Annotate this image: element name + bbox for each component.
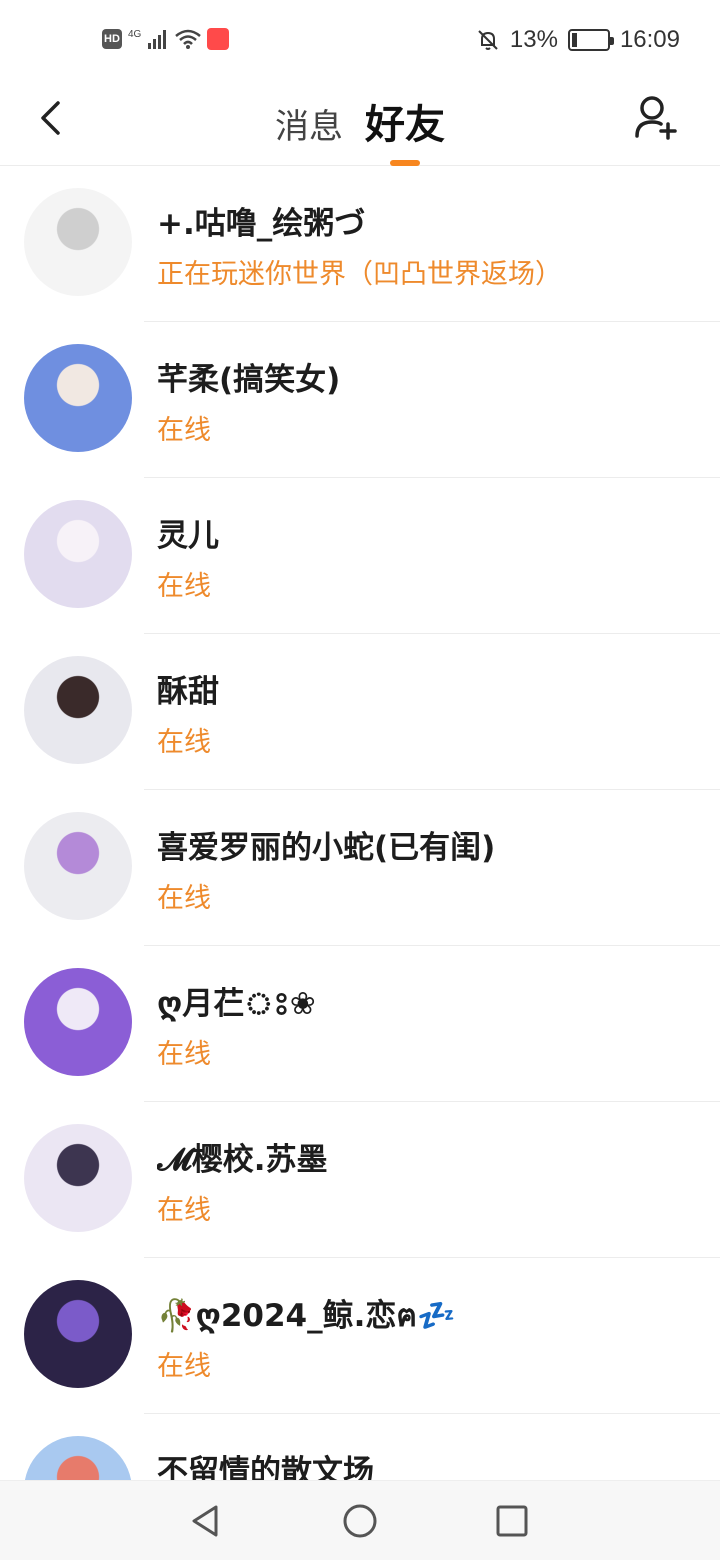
friend-row[interactable]: 🥀ღ2024_鲸.恋ฅ💤 在线 [0, 1258, 720, 1414]
friend-name: 𝓜樱校.苏墨 [157, 1142, 328, 1178]
friend-row[interactable]: 𝓜樱校.苏墨在线 [0, 1102, 720, 1258]
tab-messages-label: 消息 [275, 107, 343, 147]
system-nav-bar [0, 1480, 720, 1560]
battery-percent: 13% [509, 26, 558, 53]
tab-bar: 消息 好友 [0, 92, 720, 166]
friend-list: +.咕噜_绘粥づ 正在玩迷你世界（凹凸世界返场） 芊柔(搞笑女) 在线 灵儿 在线 酥甜 在线… [0, 166, 720, 1560]
nav-back-icon[interactable] [188, 1503, 224, 1539]
friend-status: 在线 [157, 1351, 211, 1382]
friend-name: 灵儿 [157, 518, 219, 554]
friend-status: 在线 [157, 571, 211, 602]
clock: 16:09 [619, 26, 680, 53]
add-user-icon [635, 96, 677, 140]
friend-avatar[interactable] [24, 1280, 132, 1388]
app-notify-icon [207, 28, 230, 50]
tab-friends-label: 好友 [365, 102, 445, 148]
header: 消息 好友 [0, 84, 720, 166]
friend-avatar[interactable] [24, 812, 132, 920]
friend-avatar[interactable] [24, 344, 132, 452]
nav-recents-icon[interactable] [494, 1503, 530, 1539]
friend-name: 芊柔(搞笑女) [157, 362, 341, 398]
friend-row[interactable]: 灵儿 在线 [0, 478, 720, 634]
status-bar: HD 4G 13% 16:09 [0, 0, 720, 84]
friend-row[interactable]: +.咕噜_绘粥づ正在玩迷你世界（凹凸世界返场） [0, 166, 720, 322]
friend-status: 在线 [157, 1195, 211, 1226]
friend-row[interactable]: 喜爱罗丽的小蛇(已有闺) 在线 [0, 790, 720, 946]
signal-icon [148, 30, 167, 49]
friend-name: 🥀ღ2024_鲸.恋ฅ💤 [157, 1298, 456, 1334]
friend-name: ღ月芢ঃ❀ [157, 986, 316, 1022]
hd-badge: HD [102, 29, 122, 49]
friend-name: +.咕噜_绘粥づ [157, 206, 366, 242]
nav-home-icon[interactable] [342, 1503, 378, 1539]
add-friend-button[interactable] [634, 94, 678, 140]
network-type: 4G [128, 29, 142, 40]
friend-status: 在线 [157, 415, 211, 446]
friend-status: 在线 [157, 727, 211, 758]
friend-avatar[interactable] [24, 1124, 132, 1232]
tab-messages[interactable]: 消息 [275, 99, 343, 162]
battery-fill [571, 33, 577, 47]
friend-name: 喜爱罗丽的小蛇(已有闺) [157, 830, 496, 866]
friend-status: 在线 [157, 883, 211, 914]
tab-friends[interactable]: 好友 [365, 92, 445, 166]
friend-status: 在线 [157, 1039, 211, 1070]
battery-icon [567, 29, 614, 51]
friend-avatar[interactable] [24, 968, 132, 1076]
friend-name: 酥甜 [157, 674, 219, 710]
friend-avatar[interactable] [24, 656, 132, 764]
friend-avatar[interactable] [24, 500, 132, 608]
friend-row[interactable]: 芊柔(搞笑女) 在线 [0, 322, 720, 478]
status-left: HD 4G [102, 28, 230, 50]
friend-status: 正在玩迷你世界（凹凸世界返场） [157, 259, 562, 290]
friend-row[interactable]: ღ月芢ঃ❀ 在线 [0, 946, 720, 1102]
wifi-icon [175, 29, 202, 49]
friend-avatar[interactable] [24, 188, 132, 296]
friend-row[interactable]: 酥甜 在线 [0, 634, 720, 790]
status-right: 13% 16:09 [476, 26, 680, 54]
mute-bell-icon [478, 30, 498, 50]
